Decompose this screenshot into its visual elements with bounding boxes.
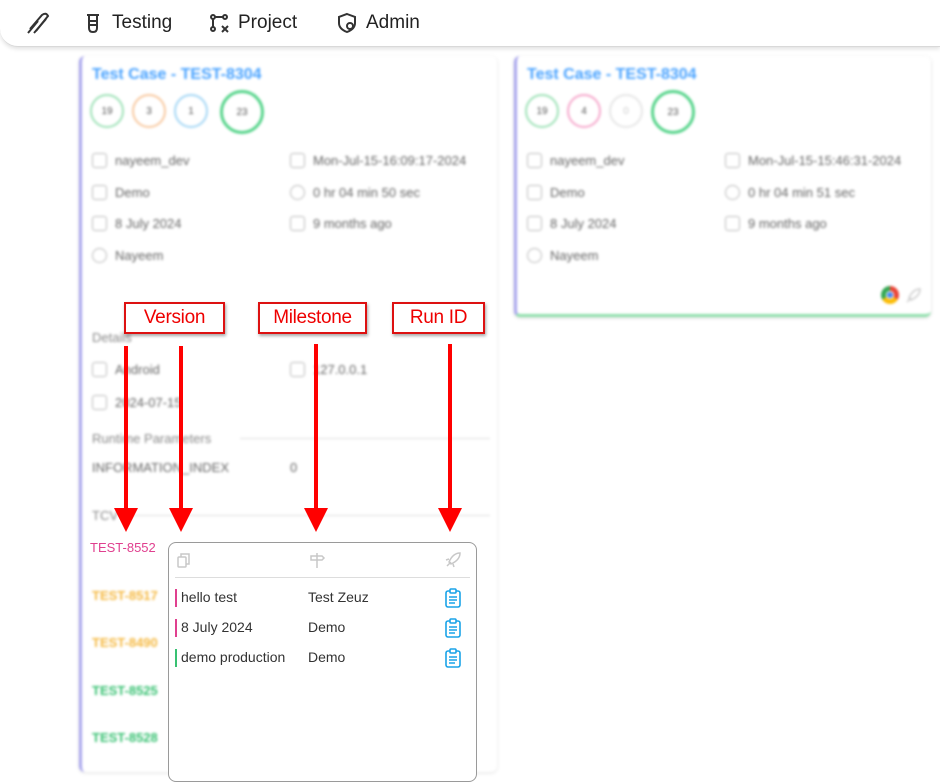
milestone-value: Demo	[308, 649, 346, 665]
clock-icon	[725, 185, 740, 200]
total-count: 23	[651, 90, 695, 134]
person-icon	[527, 248, 542, 263]
test-case-link-active[interactable]: TEST-8552	[90, 540, 156, 555]
detail-ip: 127.0.0.1	[290, 362, 367, 377]
run-time: Mon-Jul-15-15:46:31-2024	[725, 153, 901, 168]
nav-admin[interactable]: Admin	[336, 10, 420, 36]
popup-row: 8 July 2024 Demo	[175, 617, 470, 639]
run-assignee: Nayeem	[92, 248, 163, 263]
top-navigation-bar: Testing Project Admin	[0, 0, 940, 47]
upload-icon	[290, 216, 305, 231]
card-title[interactable]: Test Case - TEST-8304	[92, 66, 262, 84]
clipboard-icon[interactable]	[444, 618, 462, 638]
copy-icon	[527, 216, 542, 231]
run-version: 8 July 2024	[92, 216, 182, 231]
version-copy-icon	[177, 553, 190, 568]
test-run-card-2[interactable]: Test Case - TEST-8304 19 4 0 23 nayeem_d…	[514, 56, 931, 317]
param-name: INFORMATION_INDEX	[92, 460, 229, 475]
user-card-icon	[527, 153, 542, 168]
detail-device: Android	[92, 362, 160, 377]
nav-testing-label: Testing	[112, 12, 173, 33]
detail-date: 2024-07-15	[92, 395, 182, 410]
status-bar	[175, 589, 177, 607]
run-duration: 0 hr 04 min 50 sec	[290, 185, 420, 200]
param-value: 0	[290, 460, 298, 475]
browser-icons	[881, 286, 923, 306]
run-milestone: Demo	[527, 185, 585, 200]
passed-count: 19	[90, 94, 124, 128]
test-case-link[interactable]: TEST-8490	[92, 635, 158, 650]
copy-icon	[92, 216, 107, 231]
nav-admin-label: Admin	[366, 12, 420, 33]
signpost-icon	[527, 185, 542, 200]
annotation-version: Version	[124, 302, 225, 334]
admin-shield-icon	[338, 12, 356, 34]
version-value: 8 July 2024	[181, 619, 253, 635]
test-case-link[interactable]: TEST-8525	[92, 683, 158, 698]
run-assignee: Nayeem	[527, 248, 598, 263]
passed-count: 19	[525, 94, 559, 128]
failed-count: 3	[132, 94, 166, 128]
milestone-signpost-icon	[310, 553, 326, 568]
status-bar	[175, 649, 177, 667]
run-version: 8 July 2024	[527, 216, 617, 231]
test-tube-icon	[87, 14, 99, 34]
signpost-icon	[92, 185, 107, 200]
calendar-icon	[92, 395, 107, 410]
run-ago: 9 months ago	[725, 216, 827, 231]
run-id-rocket-icon	[445, 552, 461, 568]
version-value: hello test	[181, 589, 238, 605]
upload-icon	[725, 216, 740, 231]
popup-row: hello test Test Zeuz	[175, 587, 470, 609]
run-user: nayeem_dev	[527, 153, 624, 168]
run-ago: 9 months ago	[290, 216, 392, 231]
nav-testing[interactable]: Testing	[82, 10, 172, 36]
test-case-link[interactable]: TEST-8517	[92, 588, 158, 603]
run-duration: 0 hr 04 min 51 sec	[725, 185, 855, 200]
total-count: 23	[220, 90, 264, 134]
nav-project-label: Project	[238, 12, 298, 33]
nav-project[interactable]: Project	[208, 10, 297, 36]
milestone-value: Test Zeuz	[308, 589, 369, 605]
clipboard-icon[interactable]	[444, 588, 462, 608]
run-info-popup: hello test Test Zeuz 8 July 2024 Demo de…	[168, 542, 477, 782]
blocked-count: 0	[609, 94, 643, 128]
project-flow-icon	[210, 14, 229, 33]
test-case-link[interactable]: TEST-8528	[92, 730, 158, 745]
version-value: demo production	[181, 649, 286, 665]
milestone-value: Demo	[308, 619, 346, 635]
chrome-icon	[881, 286, 899, 304]
status-bar	[175, 619, 177, 637]
rocket-icon	[906, 288, 921, 303]
tcv-heading: TCV	[92, 508, 118, 523]
document-icon	[290, 362, 305, 377]
clock-icon	[290, 185, 305, 200]
clipboard-icon[interactable]	[444, 648, 462, 668]
popup-divider	[175, 577, 470, 578]
annotation-run-id: Run ID	[392, 302, 485, 334]
card-title[interactable]: Test Case - TEST-8304	[527, 66, 697, 84]
run-user: nayeem_dev	[92, 153, 189, 168]
popup-row: demo production Demo	[175, 647, 470, 669]
divider	[126, 515, 490, 516]
rocket-icon	[725, 153, 740, 168]
phone-icon	[92, 362, 107, 377]
runtime-parameters-heading: Runtime Parameters	[92, 431, 212, 446]
rocket-icon	[290, 153, 305, 168]
divider	[240, 438, 490, 439]
run-milestone: Demo	[92, 185, 150, 200]
app-logo-icon[interactable]	[24, 9, 52, 37]
annotation-milestone: Milestone	[258, 302, 367, 334]
run-time: Mon-Jul-15-16:09:17-2024	[290, 153, 466, 168]
failed-count: 4	[567, 94, 601, 128]
person-icon	[92, 248, 107, 263]
user-card-icon	[92, 153, 107, 168]
blocked-count: 1	[174, 94, 208, 128]
